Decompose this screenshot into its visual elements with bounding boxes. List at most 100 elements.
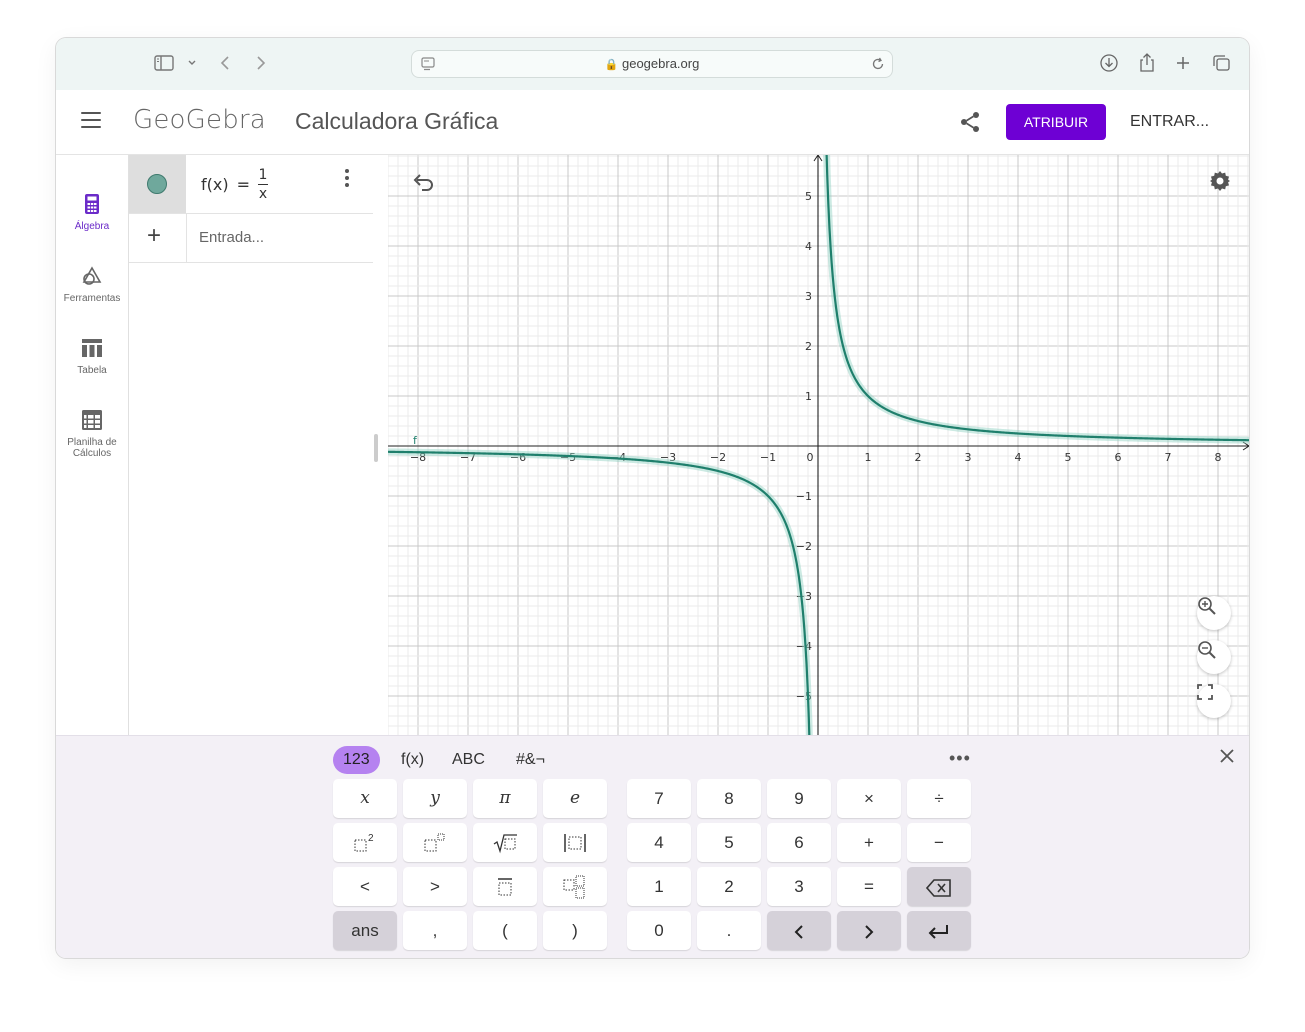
geogebra-logo[interactable]: GeoGebra (133, 105, 266, 135)
key-enter[interactable] (907, 911, 971, 950)
reload-icon[interactable] (870, 56, 886, 77)
function-expression[interactable]: f(x) = 1 x (201, 167, 268, 202)
enter-icon (928, 924, 948, 939)
sidebar-toggle-icon[interactable] (153, 52, 175, 74)
download-icon[interactable] (1098, 52, 1120, 74)
key-power[interactable] (403, 823, 467, 862)
share-icon[interactable] (958, 110, 982, 139)
sidebar-item-algebra[interactable]: Álgebra (56, 193, 128, 232)
assign-button[interactable]: ATRIBUIR (1006, 104, 1106, 140)
share-icon[interactable] (1136, 52, 1158, 74)
sidebar-item-table[interactable]: Tabela (56, 337, 128, 376)
new-tab-icon[interactable] (1172, 52, 1194, 74)
sidebar-item-spreadsheet[interactable]: Planilha de Cálculos (56, 409, 128, 459)
key-6[interactable]: 6 (767, 823, 831, 862)
key-multiply[interactable]: × (837, 779, 901, 818)
key-cursor-left[interactable] (767, 911, 831, 950)
url-text: 🔒 geogebra.org (412, 51, 892, 78)
browser-window: 🔒 geogebra.org GeoGebra Calculadora Gráf… (56, 38, 1249, 958)
key-close-paren[interactable]: ) (543, 911, 607, 950)
x-tick-label: 3 (965, 451, 972, 464)
key-5[interactable]: 5 (697, 823, 761, 862)
sidebar-item-label: Álgebra (74, 221, 110, 232)
sqrt-icon (493, 833, 517, 853)
y-tick-label: −2 (796, 540, 812, 553)
menu-icon[interactable] (81, 112, 101, 128)
key-divide[interactable]: ÷ (907, 779, 971, 818)
sidebar-item-tools[interactable]: Ferramentas (56, 265, 128, 304)
forward-icon[interactable] (252, 52, 270, 74)
key-0[interactable]: 0 (627, 911, 691, 950)
x-tick-label: 4 (1015, 451, 1022, 464)
keyboard-tab-abc[interactable]: ABC (442, 746, 495, 774)
key-abs[interactable] (543, 823, 607, 862)
key-9[interactable]: 9 (767, 779, 831, 818)
key-overline[interactable] (473, 867, 537, 906)
key-e[interactable]: e (543, 779, 607, 818)
key-equals[interactable]: = (837, 867, 901, 906)
graphics-view[interactable]: −8 −7 −6 −5 −4 −3 −2 −1 0 1 2 3 4 5 6 7 8 5 4 3 2 1 −1 −2 −3 −4 −5… (388, 155, 1249, 735)
key-plus[interactable]: + (837, 823, 901, 862)
chevron-down-icon[interactable] (185, 52, 199, 74)
keyboard-tab-123[interactable]: 123 (333, 746, 380, 774)
power-icon (424, 833, 445, 851)
key-open-paren[interactable]: ( (473, 911, 537, 950)
algebra-row-f[interactable]: f(x) = 1 x (129, 155, 373, 214)
keyboard-tab-symbols[interactable]: #&¬ (506, 746, 555, 774)
tab-overview-icon[interactable] (1210, 52, 1232, 74)
square-icon: 2 (354, 833, 374, 851)
x-tick-label: 2 (915, 451, 922, 464)
subscript-icon (563, 875, 585, 898)
zoom-in-icon (1198, 597, 1216, 615)
keyboard-tab-functions[interactable]: f(x) (391, 746, 434, 774)
numerator: 1 (258, 167, 268, 183)
key-greater-than[interactable]: > (403, 867, 467, 906)
key-comma[interactable]: , (403, 911, 467, 950)
key-y[interactable]: y (403, 779, 467, 818)
abs-icon (564, 833, 586, 852)
perspective-sidebar: Álgebra Ferramentas Tabela Planilha de C… (56, 155, 128, 735)
more-keys-icon[interactable]: ••• (949, 748, 971, 769)
zoom-out-button[interactable] (1197, 640, 1231, 674)
curve-branch-positive-halo (823, 155, 1249, 444)
input-bar[interactable] (197, 228, 371, 247)
tools-icon (82, 266, 102, 285)
close-keyboard-icon[interactable] (1219, 748, 1235, 769)
calculator-icon (85, 194, 99, 214)
x-tick-label: 6 (1115, 451, 1122, 464)
spreadsheet-icon (82, 410, 102, 430)
key-7[interactable]: 7 (627, 779, 691, 818)
key-4[interactable]: 4 (627, 823, 691, 862)
fullscreen-button[interactable] (1197, 684, 1231, 718)
add-icon[interactable]: + (147, 224, 161, 248)
key-cursor-right[interactable] (837, 911, 901, 950)
key-3[interactable]: 3 (767, 867, 831, 906)
key-decimal[interactable]: . (697, 911, 761, 950)
key-x[interactable]: x (333, 779, 397, 818)
y-tick-label: −1 (796, 490, 812, 503)
key-sqrt[interactable] (473, 823, 537, 862)
url-label: geogebra.org (621, 56, 700, 71)
key-square[interactable]: 2 (333, 823, 397, 862)
address-bar[interactable]: 🔒 geogebra.org (412, 51, 892, 77)
visibility-dot[interactable] (147, 174, 167, 194)
more-options-icon[interactable] (345, 169, 351, 190)
key-8[interactable]: 8 (697, 779, 761, 818)
key-minus[interactable]: − (907, 823, 971, 862)
back-icon[interactable] (216, 52, 234, 74)
lock-icon: 🔒 (604, 59, 619, 71)
login-button[interactable]: ENTRAR... (1130, 104, 1209, 140)
panel-resize-handle[interactable] (374, 434, 378, 462)
key-1[interactable]: 1 (627, 867, 691, 906)
chevron-right-icon (865, 924, 874, 939)
key-backspace[interactable] (907, 867, 971, 906)
y-tick-label: 3 (805, 290, 812, 303)
key-less-than[interactable]: < (333, 867, 397, 906)
key-2[interactable]: 2 (697, 867, 761, 906)
key-subscript[interactable] (543, 867, 607, 906)
key-pi[interactable]: π (473, 779, 537, 818)
zoom-in-button[interactable] (1197, 596, 1231, 630)
key-ans[interactable]: ans (333, 911, 397, 950)
visibility-toggle[interactable] (129, 155, 186, 213)
graph-canvas[interactable]: −8 −7 −6 −5 −4 −3 −2 −1 0 1 2 3 4 5 6 7 854321−1−2−3−4−5… (388, 155, 1249, 735)
